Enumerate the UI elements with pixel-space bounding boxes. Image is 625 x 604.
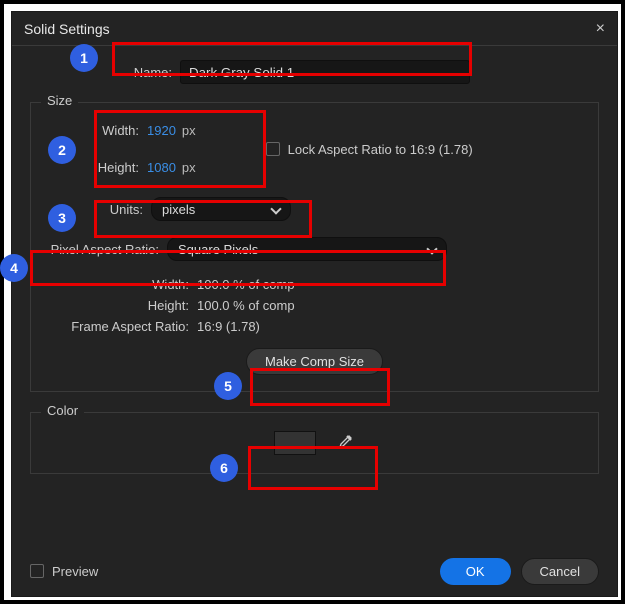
dialog-body: Name: Size Width: 1920 px Height: [12, 46, 617, 546]
info-far-value: 16:9 (1.78) [197, 319, 260, 334]
chevron-down-icon [270, 203, 281, 214]
size-legend: Size [41, 93, 78, 108]
units-dropdown[interactable]: pixels [151, 197, 291, 221]
color-group: Color [30, 412, 599, 474]
width-label: Width: [87, 123, 147, 138]
preview-checkbox[interactable] [30, 564, 44, 578]
units-label: Units: [107, 202, 151, 217]
units-value: pixels [162, 202, 195, 217]
lock-aspect-checkbox[interactable] [266, 142, 280, 156]
name-label: Name: [130, 65, 180, 80]
info-height-value: 100.0 % of comp [197, 298, 295, 313]
ok-button[interactable]: OK [440, 558, 511, 585]
info-height-label: Height: [47, 298, 197, 313]
height-input[interactable]: 1080 [147, 160, 176, 175]
lock-aspect-label: Lock Aspect Ratio to 16:9 (1.78) [288, 142, 473, 157]
chevron-down-icon [426, 243, 437, 254]
dialog-footer: Preview OK Cancel [12, 546, 617, 596]
size-group: Size Width: 1920 px Height: 1080 px [30, 102, 599, 392]
make-comp-size-button[interactable]: Make Comp Size [246, 348, 383, 375]
width-units: px [182, 123, 196, 138]
solid-settings-dialog: Solid Settings × Name: Size Width: 1920 … [11, 11, 618, 597]
size-info: Width: 100.0 % of comp Height: 100.0 % o… [47, 277, 582, 334]
screenshot-frame: Solid Settings × Name: Size Width: 1920 … [0, 0, 625, 604]
height-label: Height: [87, 160, 147, 175]
par-dropdown[interactable]: Square Pixels [167, 237, 447, 261]
cancel-button[interactable]: Cancel [521, 558, 599, 585]
height-units: px [182, 160, 196, 175]
close-icon[interactable]: × [596, 20, 605, 38]
dialog-title: Solid Settings [24, 21, 110, 37]
color-swatch[interactable] [274, 431, 316, 455]
info-width-label: Width: [47, 277, 197, 292]
par-label: Pixel Aspect Ratio: [47, 242, 167, 257]
eyedropper-icon[interactable] [332, 431, 356, 455]
titlebar: Solid Settings × [12, 12, 617, 46]
info-width-value: 100.0 % of comp [197, 277, 295, 292]
info-far-label: Frame Aspect Ratio: [47, 319, 197, 334]
name-input[interactable] [180, 60, 470, 84]
preview-label: Preview [52, 564, 98, 579]
width-input[interactable]: 1920 [147, 123, 176, 138]
annotation-num-4: 4 [0, 254, 28, 282]
color-legend: Color [41, 403, 84, 418]
par-value: Square Pixels [178, 242, 258, 257]
annotation-num-1: 1 [70, 44, 98, 72]
